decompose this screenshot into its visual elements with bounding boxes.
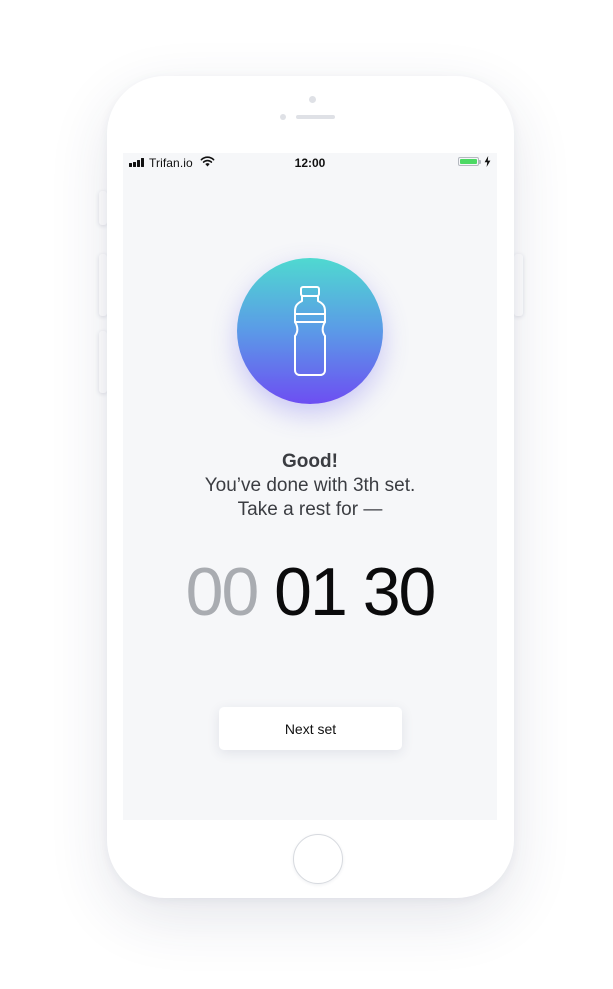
- earpiece-speaker: [296, 115, 335, 119]
- bottle-icon-badge: [237, 258, 383, 404]
- battery-icon: [458, 157, 479, 166]
- home-button[interactable]: [293, 834, 343, 884]
- front-camera: [309, 96, 316, 103]
- status-bar: Trifan.io 12:00: [123, 153, 497, 173]
- rest-timer: 00 01 30: [123, 551, 497, 633]
- charging-bolt-icon: [484, 156, 491, 167]
- next-set-button[interactable]: Next set: [219, 707, 402, 750]
- timer-seconds: 30: [362, 554, 437, 630]
- silent-switch: [99, 191, 107, 225]
- proximity-sensor: [280, 114, 286, 120]
- timer-minutes: 01: [274, 554, 348, 630]
- message-title: Good!: [282, 451, 338, 472]
- power-button: [514, 254, 523, 316]
- battery-cap: [479, 160, 481, 164]
- water-bottle-icon: [294, 286, 326, 376]
- message-set-done: You’ve done with 3th set.: [204, 475, 416, 496]
- status-clock: 12:00: [294, 156, 326, 170]
- volume-down-button: [99, 331, 107, 393]
- message-rest-prompt: Take a rest for —: [237, 499, 383, 520]
- battery-level: [460, 159, 477, 164]
- timer-hours: 00: [185, 554, 260, 630]
- volume-up-button: [99, 254, 107, 316]
- phone-screen: Trifan.io 12:00 Good! You’ve done with 3…: [123, 153, 497, 820]
